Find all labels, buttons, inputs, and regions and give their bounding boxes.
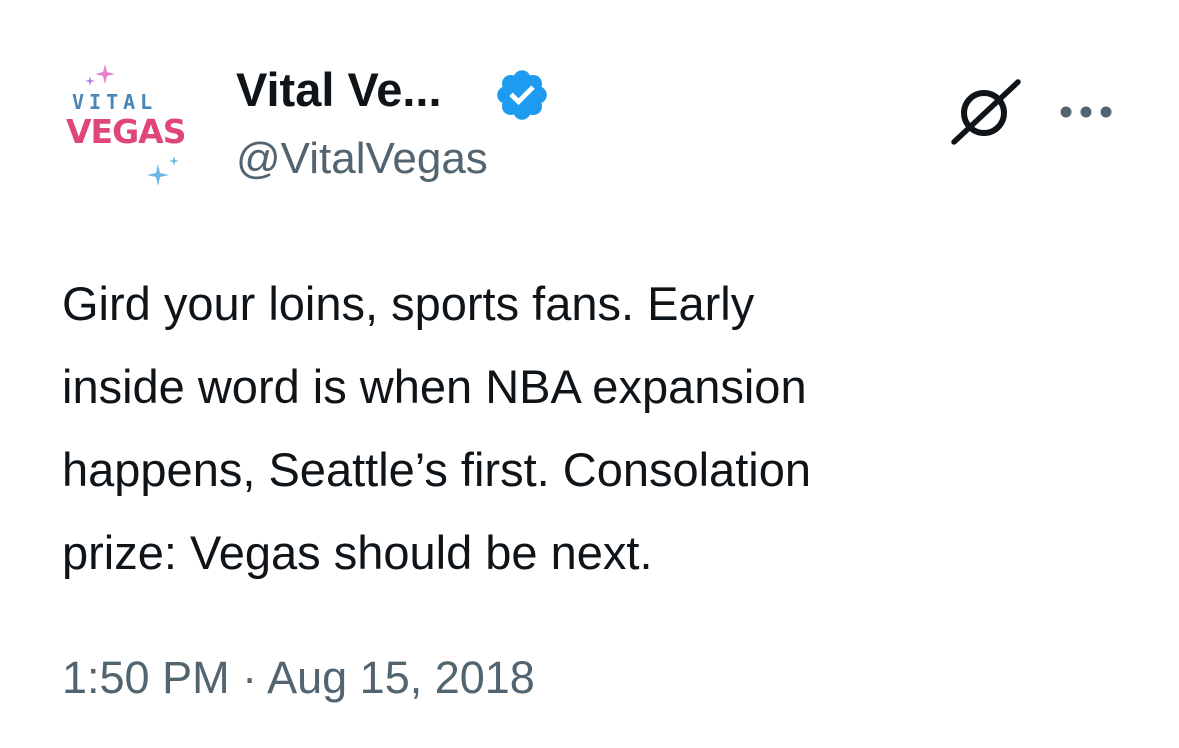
sparkle-icon <box>85 64 115 86</box>
tweet-text-line: happens, Seattle’s first. Consolation <box>62 443 811 496</box>
verified-badge-icon <box>497 70 547 120</box>
tweet-timestamp[interactable]: 1:50 PM · Aug 15, 2018 <box>62 652 535 704</box>
tweet-card: VITAL VEGAS Vital Ve... @VitalVegas Gird… <box>0 0 1179 748</box>
author-display-name[interactable]: Vital Ve... <box>236 62 442 117</box>
grok-icon[interactable] <box>948 76 1024 146</box>
sparkle-icon-bottom <box>147 156 179 186</box>
author-handle[interactable]: @VitalVegas <box>236 134 488 184</box>
tweet-text-line: inside word is when NBA expansion <box>62 360 807 413</box>
tweet-text-line: prize: Vegas should be next. <box>62 526 653 579</box>
more-options-icon[interactable] <box>1058 104 1114 120</box>
avatar[interactable]: VITAL VEGAS <box>58 56 208 196</box>
logo-text-vegas: VEGAS <box>66 112 186 151</box>
tweet-text: Gird your loins, sports fans. Early insi… <box>62 262 1122 594</box>
logo-text-vital: VITAL <box>72 90 158 114</box>
tweet-text-line: Gird your loins, sports fans. Early <box>62 277 755 330</box>
